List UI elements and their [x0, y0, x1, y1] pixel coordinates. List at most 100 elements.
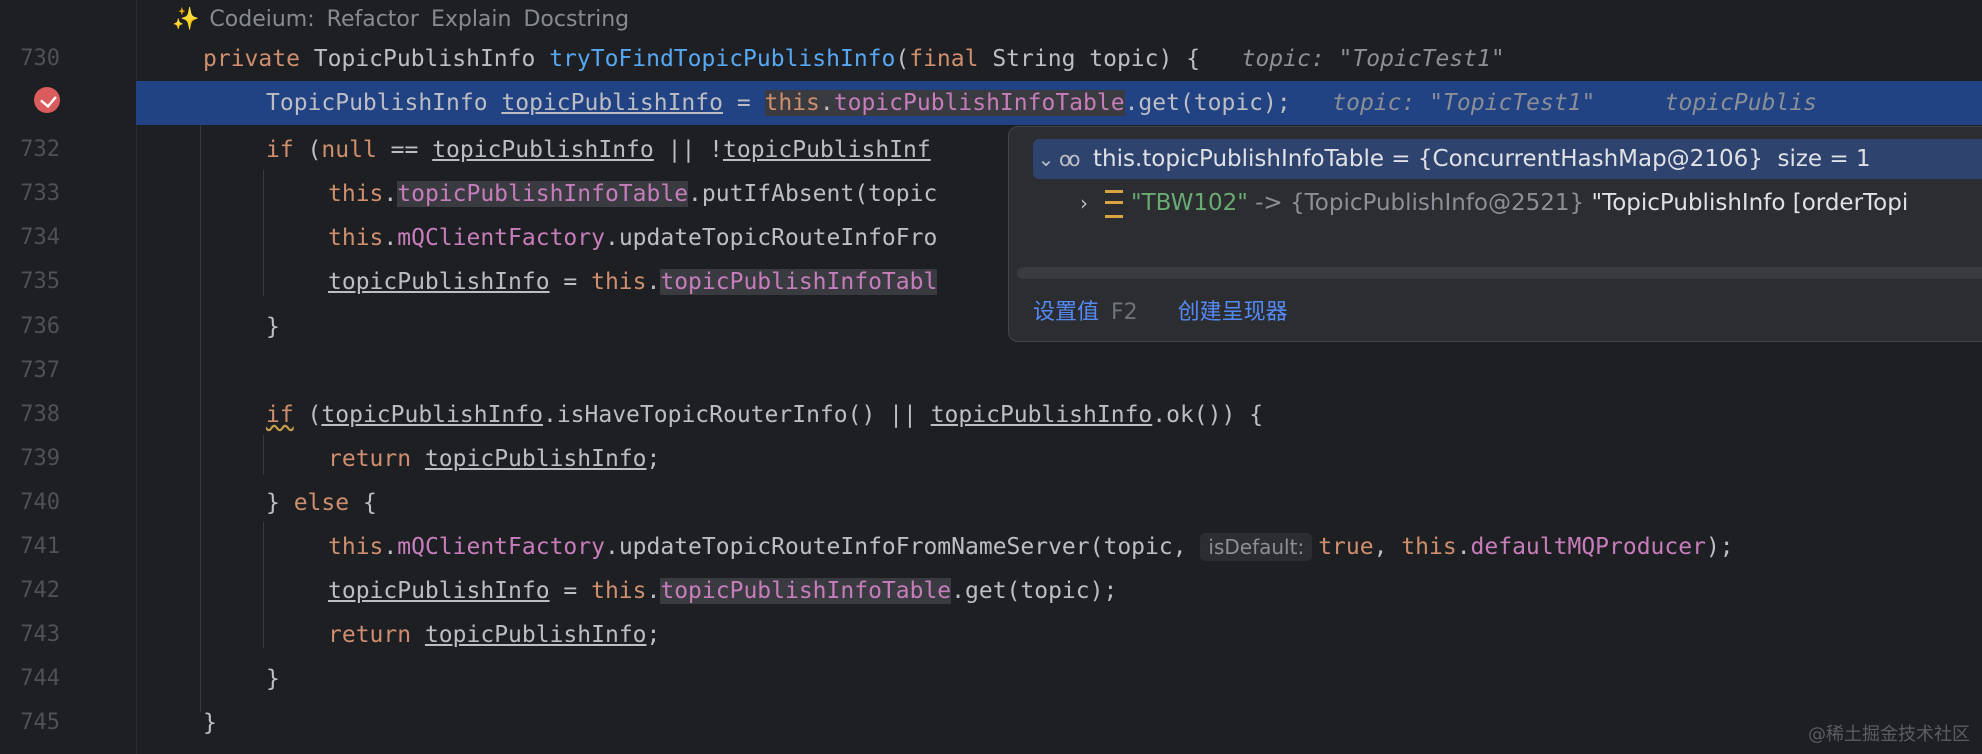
method-name: tryToFindTopicPublishInfo [549, 46, 896, 72]
popup-tree-row-root[interactable]: ⌄ oo this.topicPublishInfoTable = {Concurr… [1033, 139, 1982, 179]
code-line-744[interactable]: } [136, 657, 1982, 701]
keyword: else [293, 490, 350, 516]
refactor-link[interactable]: Refactor [327, 7, 419, 32]
code-line-738[interactable]: if (topicPublishInfo.isHaveTopicRouterIn… [136, 393, 1982, 437]
line-number[interactable]: 740 [0, 481, 60, 525]
inline-debug-value: topicPublis [1664, 90, 1817, 116]
keyword: if [266, 402, 294, 428]
list-entry-icon [1105, 189, 1123, 218]
punct: } [266, 490, 294, 516]
keyword: return [328, 446, 412, 472]
line-number[interactable]: 730 [0, 37, 60, 81]
code-text: .updateTopicRouteInfoFro [604, 225, 938, 251]
entry-type: -> {TopicPublishInfo@2521} [1247, 190, 1592, 216]
punct: ); [1705, 534, 1734, 560]
field: defaultMQProducer [1470, 534, 1706, 560]
shortcut-hint: F2 [1111, 300, 1138, 325]
keyword: this [328, 225, 384, 251]
keyword: private [203, 46, 300, 72]
code-line-739[interactable]: return topicPublishInfo; [136, 437, 1982, 481]
docstring-link[interactable]: Docstring [523, 7, 629, 32]
set-value-link[interactable]: 设置值 [1033, 300, 1099, 325]
punct: . [383, 181, 398, 207]
code-line-731-current[interactable]: TopicPublishInfo topicPublishInfo = this… [136, 81, 1982, 125]
code-line-740[interactable]: } else { [136, 481, 1982, 525]
line-number[interactable]: 741 [0, 525, 60, 569]
type-name: TopicPublishInfo [266, 90, 502, 116]
entry-value: "TopicPublishInfo [orderTopi [1591, 190, 1909, 216]
field: mQClientFactory [397, 534, 605, 560]
codeium-hint-bar: ✨ Codeium: Refactor Explain Docstring [172, 4, 641, 36]
line-number[interactable]: 745 [0, 701, 60, 745]
variable: topicPublishInfo [424, 622, 647, 648]
code-text: } [266, 666, 280, 692]
code-line-730[interactable]: private TopicPublishInfo tryToFindTopicP… [136, 37, 1982, 81]
code-text: { [349, 490, 377, 516]
sparkle-icon: ✨ [172, 7, 200, 32]
field: mQClientFactory [397, 225, 605, 251]
punct: , [1373, 534, 1402, 560]
line-number[interactable]: 734 [0, 216, 60, 260]
keyword: this [1401, 534, 1457, 560]
line-number[interactable]: 738 [0, 393, 60, 437]
popup-size: size = 1 [1777, 146, 1871, 172]
line-number[interactable]: 739 [0, 437, 60, 481]
line-number[interactable]: 732 [0, 128, 60, 172]
line-number[interactable]: 742 [0, 569, 60, 613]
horizontal-scrollbar[interactable] [1017, 267, 1982, 279]
punct: . [646, 269, 661, 295]
popup-expression: this.topicPublishInfoTable = {Concurrent… [1093, 146, 1763, 172]
line-number[interactable]: 737 [0, 349, 60, 393]
watch-glasses-icon: oo [1059, 147, 1080, 171]
punct: ; [646, 446, 661, 472]
debug-value-popup[interactable]: ⌄ oo this.topicPublishInfoTable = {Concurr… [1008, 126, 1982, 342]
code-text: .isHaveTopicRouterInfo() || [542, 402, 931, 428]
create-renderer-link[interactable]: 创建呈现器 [1178, 300, 1288, 325]
field: topicPublishInfoTable [397, 181, 689, 207]
field: topicPublishInfoTable [660, 578, 952, 604]
code-text: || ! [653, 137, 723, 163]
code-text: String topic) { [978, 46, 1201, 72]
inline-debug-value: topic: "TopicTest1" [1241, 46, 1505, 72]
popup-tree-row-entry[interactable]: › "TBW102" -> {TopicPublishInfo@2521} "To… [1033, 183, 1982, 223]
line-number[interactable]: 733 [0, 172, 60, 216]
code-line-742[interactable]: topicPublishInfo = this.topicPublishInfo… [136, 569, 1982, 613]
field: topicPublishInfoTable [833, 90, 1125, 116]
code-line-741[interactable]: this.mQClientFactory.updateTopicRouteInf… [136, 525, 1982, 569]
variable: topicPublishInfo [321, 402, 543, 428]
punct: . [383, 225, 398, 251]
punct: . [646, 578, 661, 604]
punct: ( [293, 137, 322, 163]
chevron-right-icon[interactable]: › [1071, 183, 1097, 223]
line-number[interactable]: 736 [0, 305, 60, 349]
explain-link[interactable]: Explain [431, 7, 512, 32]
codeium-label: Codeium: [209, 7, 315, 32]
code-line-743[interactable]: return topicPublishInfo; [136, 613, 1982, 657]
breakpoint-icon[interactable] [34, 87, 60, 113]
parameter-hint: isDefault: [1200, 533, 1313, 561]
line-number[interactable]: 743 [0, 613, 60, 657]
keyword: return [328, 622, 412, 648]
variable: topicPublishInfo [328, 578, 550, 604]
keyword: this [764, 90, 820, 116]
variable: topicPublishInfo [930, 402, 1153, 428]
chevron-down-icon[interactable]: ⌄ [1033, 139, 1059, 179]
keyword: this [591, 269, 647, 295]
line-number[interactable]: 735 [0, 260, 60, 304]
code-text: .get(topic); [951, 578, 1118, 604]
keyword: null [321, 137, 377, 163]
keyword: this [591, 578, 647, 604]
line-number[interactable]: 744 [0, 657, 60, 701]
code-line-745[interactable]: } [136, 701, 1982, 745]
variable: topicPublishInfo [432, 137, 654, 163]
keyword: if [266, 137, 294, 163]
variable: topicPublishInfo [424, 446, 647, 472]
code-text: } [203, 710, 217, 736]
inline-debug-value: topic: "TopicTest1" [1332, 90, 1596, 116]
code-text: = [549, 269, 592, 295]
punct: . [1456, 534, 1471, 560]
field: topicPublishInfoTabl [660, 269, 938, 295]
variable: topicPublishInf [723, 137, 931, 163]
